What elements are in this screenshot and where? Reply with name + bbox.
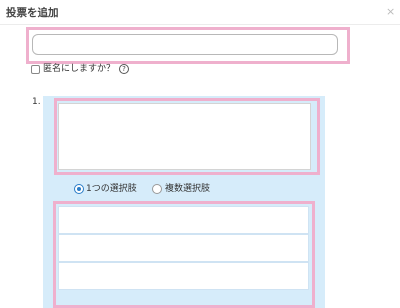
- close-icon[interactable]: ×: [386, 6, 395, 18]
- poll-title-input[interactable]: [32, 34, 338, 55]
- single-choice-radio[interactable]: [74, 184, 84, 194]
- anonymous-checkbox[interactable]: [31, 65, 40, 74]
- option-input-1[interactable]: [58, 206, 309, 234]
- anonymous-label: 匿名にしますか？: [43, 64, 116, 74]
- question-textarea[interactable]: [58, 103, 311, 170]
- dialog-title: 投票を追加: [6, 7, 59, 19]
- option-input-3[interactable]: [58, 262, 309, 290]
- help-icon[interactable]: ?: [119, 64, 129, 74]
- multiple-choice-label: 複数選択肢: [165, 184, 211, 194]
- header-divider: [0, 24, 400, 25]
- single-choice-label: 1つの選択肢: [86, 184, 137, 194]
- question-number: 1.: [32, 97, 41, 107]
- multiple-choice-radio[interactable]: [152, 184, 162, 194]
- option-input-2[interactable]: [58, 234, 309, 262]
